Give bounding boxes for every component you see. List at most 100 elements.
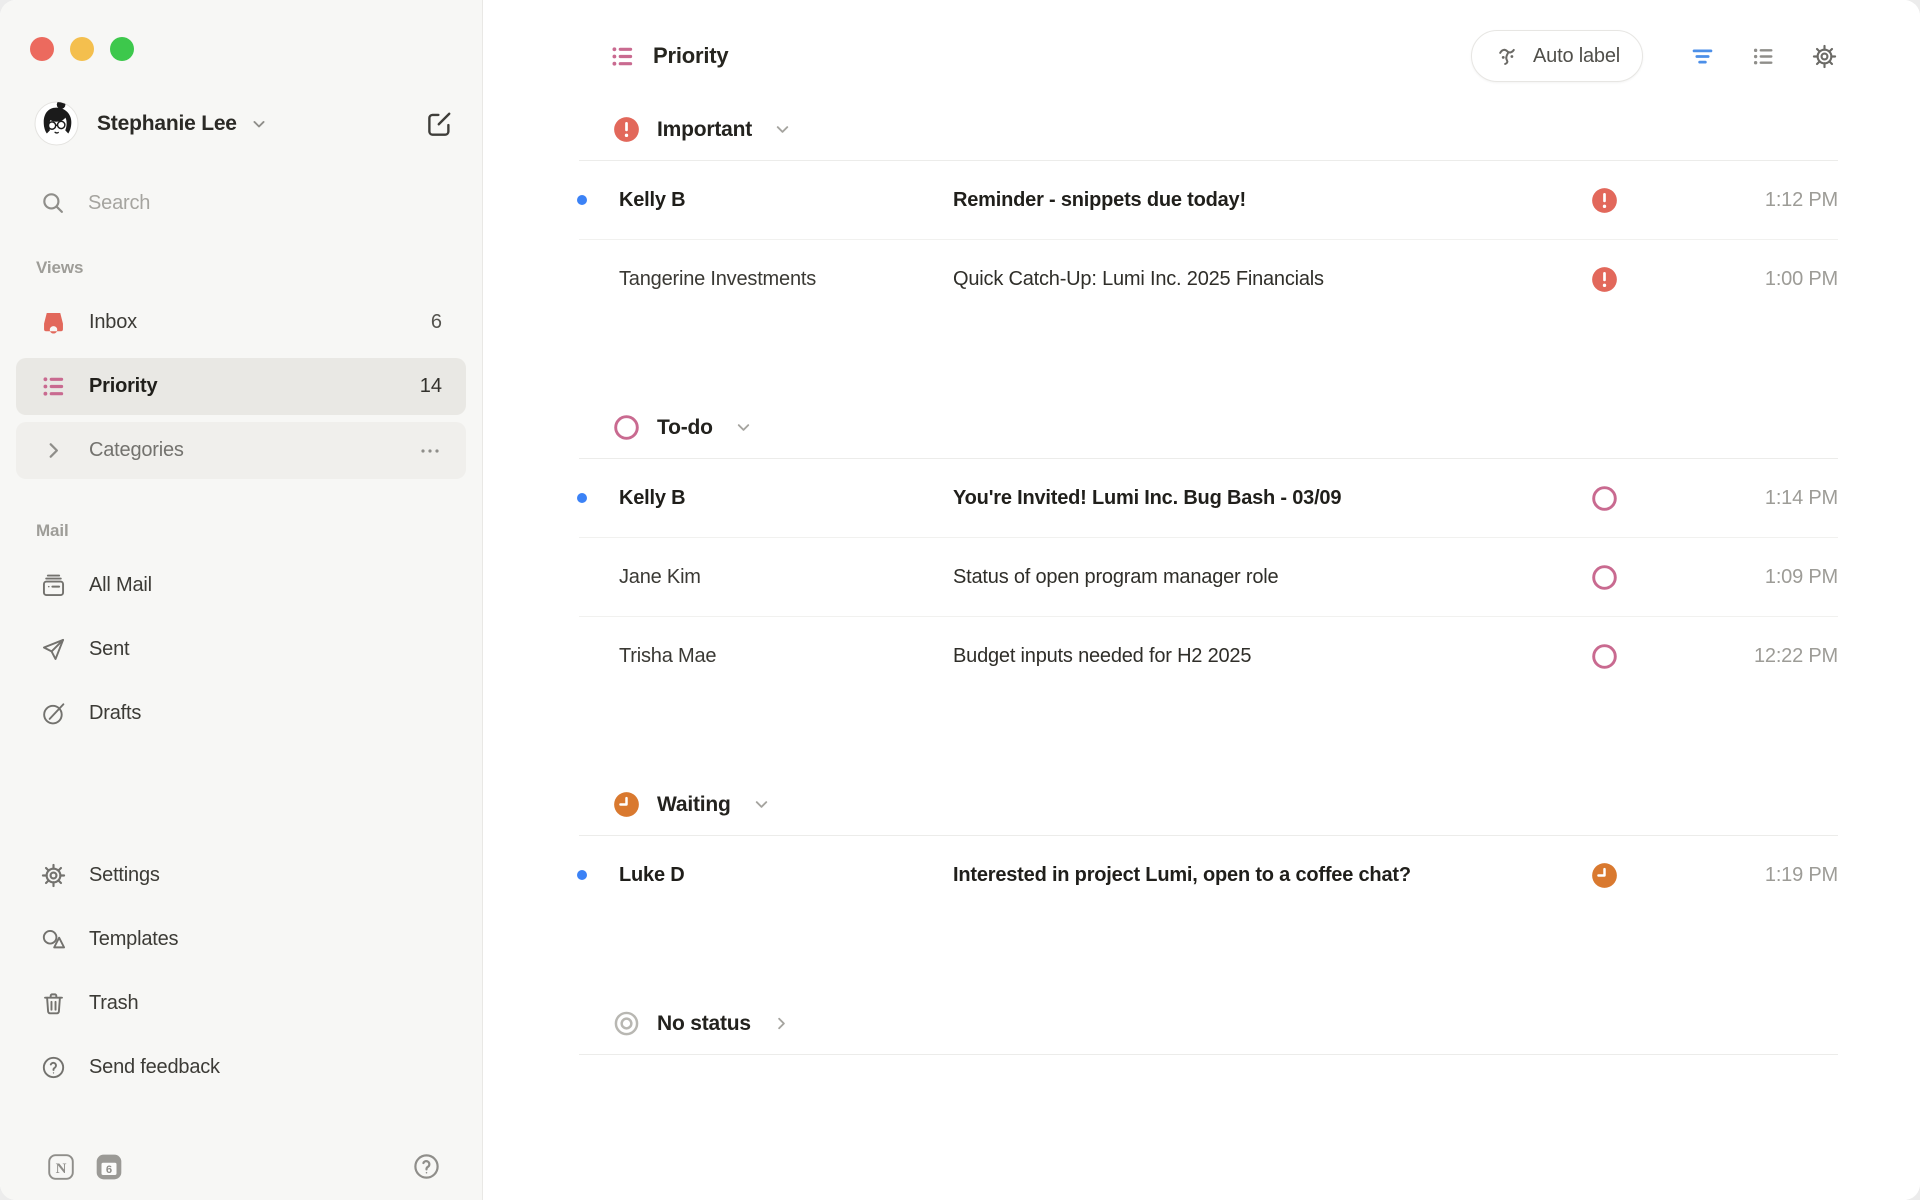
email-subject: Status of open program manager role — [953, 566, 1591, 589]
email-subject: Reminder - snippets due today! — [953, 189, 1591, 212]
inbox-icon — [40, 309, 67, 336]
sidebar-item-send-feedback[interactable]: Send feedback — [16, 1039, 466, 1096]
header-actions: Auto label — [1471, 30, 1838, 82]
notion-logo-icon[interactable]: N — [46, 1152, 76, 1182]
priority-list-icon — [40, 373, 67, 400]
sidebar-item-sent[interactable]: Sent — [16, 621, 466, 678]
user-name: Stephanie Lee — [97, 112, 237, 136]
fullscreen-button[interactable] — [110, 37, 134, 61]
section-important: Important Kelly B Reminder - snippets du… — [579, 116, 1838, 318]
settings-gear-icon[interactable] — [1811, 43, 1838, 70]
sidebar-item-trash[interactable]: Trash — [16, 975, 466, 1032]
email-row[interactable]: Tangerine Investments Quick Catch-Up: Lu… — [579, 240, 1838, 318]
email-row[interactable]: Jane Kim Status of open program manager … — [579, 538, 1838, 617]
todo-icon — [613, 414, 640, 441]
section-waiting: Waiting Luke D Interested in project Lum… — [579, 791, 1838, 914]
sidebar-item-all-mail[interactable]: All Mail — [16, 557, 466, 614]
sidebar-item-inbox[interactable]: Inbox 6 — [16, 294, 466, 351]
sidebar-item-label: All Mail — [89, 574, 152, 597]
section-label: Waiting — [657, 793, 731, 817]
priority-list-icon — [609, 43, 636, 70]
email-row[interactable]: Kelly B Reminder - snippets due today! 1… — [579, 161, 1838, 240]
sidebar-item-drafts[interactable]: Drafts — [16, 685, 466, 742]
unread-dot — [577, 870, 587, 880]
sidebar-item-priority[interactable]: Priority 14 — [16, 358, 466, 415]
important-status-icon[interactable] — [1591, 266, 1618, 293]
auto-label-button[interactable]: Auto label — [1471, 30, 1643, 82]
todo-status-icon[interactable] — [1591, 564, 1618, 591]
view-header: Priority Auto label — [483, 0, 1920, 82]
todo-status-icon[interactable] — [1591, 643, 1618, 670]
filter-icon[interactable] — [1689, 43, 1716, 70]
sidebar-item-categories[interactable]: Categories — [16, 422, 466, 479]
email-subject: Budget inputs needed for H2 2025 — [953, 645, 1591, 668]
more-icon[interactable] — [418, 439, 442, 463]
sidebar-item-label: Inbox — [89, 311, 137, 334]
svg-text:N: N — [56, 1160, 67, 1176]
important-icon — [613, 116, 640, 143]
unread-count: 14 — [420, 375, 442, 398]
gear-icon — [40, 862, 67, 889]
email-time: 1:09 PM — [1706, 566, 1838, 589]
help-icon — [40, 1054, 67, 1081]
sidebar-item-label: Send feedback — [89, 1056, 220, 1079]
email-list: Important Kelly B Reminder - snippets du… — [579, 116, 1838, 1055]
sent-icon — [40, 636, 67, 663]
main-panel: Priority Auto label — [483, 0, 1920, 1200]
minimize-button[interactable] — [70, 37, 94, 61]
close-button[interactable] — [30, 37, 54, 61]
sidebar-item-label: Drafts — [89, 702, 141, 725]
unread-dot — [577, 195, 587, 205]
sidebar-section-label: Views — [36, 258, 482, 278]
chevron-right-icon — [40, 437, 67, 464]
sidebar-item-label: Sent — [89, 638, 129, 661]
section-header[interactable]: Important — [579, 116, 1838, 160]
page-title: Priority — [653, 43, 728, 69]
search-icon — [40, 190, 66, 216]
email-time: 1:14 PM — [1706, 487, 1838, 510]
section-todo: To-do Kelly B You're Invited! Lumi Inc. … — [579, 414, 1838, 695]
compose-icon[interactable] — [424, 109, 454, 139]
unread-count: 6 — [431, 311, 442, 334]
email-sender: Kelly B — [619, 487, 953, 510]
email-time: 1:12 PM — [1706, 189, 1838, 212]
waiting-icon — [613, 791, 640, 818]
todo-status-icon[interactable] — [1591, 485, 1618, 512]
sidebar-section: Views Inbox 6 Priority 14 Categories — [0, 258, 482, 479]
auto-label-icon — [1494, 43, 1521, 70]
templates-icon — [40, 926, 67, 953]
sidebar-section: Mail All Mail Sent Drafts — [0, 521, 482, 742]
email-row[interactable]: Luke D Interested in project Lumi, open … — [579, 836, 1838, 914]
sidebar-item-settings[interactable]: Settings — [16, 847, 466, 904]
email-row[interactable]: Trisha Mae Budget inputs needed for H2 2… — [579, 617, 1838, 695]
app-window: Stephanie Lee Search Views Inbox 6 Pri — [0, 0, 1920, 1200]
sidebar: Stephanie Lee Search Views Inbox 6 Pri — [0, 0, 483, 1200]
section-label: To-do — [657, 416, 713, 440]
sidebar-section-label: Mail — [36, 521, 482, 541]
account-switcher[interactable]: Stephanie Lee — [34, 101, 454, 146]
calendar-icon[interactable]: 6 — [94, 1152, 124, 1182]
sidebar-item-label: Settings — [89, 864, 160, 887]
search-input[interactable]: Search — [40, 190, 454, 216]
email-time: 1:00 PM — [1706, 268, 1838, 291]
sidebar-item-label: Templates — [89, 928, 178, 951]
section-label: Important — [657, 118, 752, 142]
sidebar-footer: Settings Templates Trash Send feedback — [0, 847, 482, 1103]
drafts-icon — [40, 700, 67, 727]
all-mail-icon — [40, 572, 67, 599]
search-placeholder: Search — [88, 192, 150, 215]
waiting-status-icon[interactable] — [1591, 862, 1618, 889]
help-icon[interactable] — [411, 1151, 442, 1182]
section-no-status: No status — [579, 1010, 1838, 1055]
list-view-icon[interactable] — [1750, 43, 1777, 70]
important-status-icon[interactable] — [1591, 187, 1618, 214]
unread-dot — [577, 493, 587, 503]
section-header[interactable]: Waiting — [579, 791, 1838, 835]
sidebar-item-templates[interactable]: Templates — [16, 911, 466, 968]
email-time: 1:19 PM — [1706, 864, 1838, 887]
section-header[interactable]: To-do — [579, 414, 1838, 458]
email-time: 12:22 PM — [1706, 645, 1838, 668]
email-sender: Tangerine Investments — [619, 268, 953, 291]
section-header[interactable]: No status — [579, 1010, 1838, 1054]
email-row[interactable]: Kelly B You're Invited! Lumi Inc. Bug Ba… — [579, 459, 1838, 538]
